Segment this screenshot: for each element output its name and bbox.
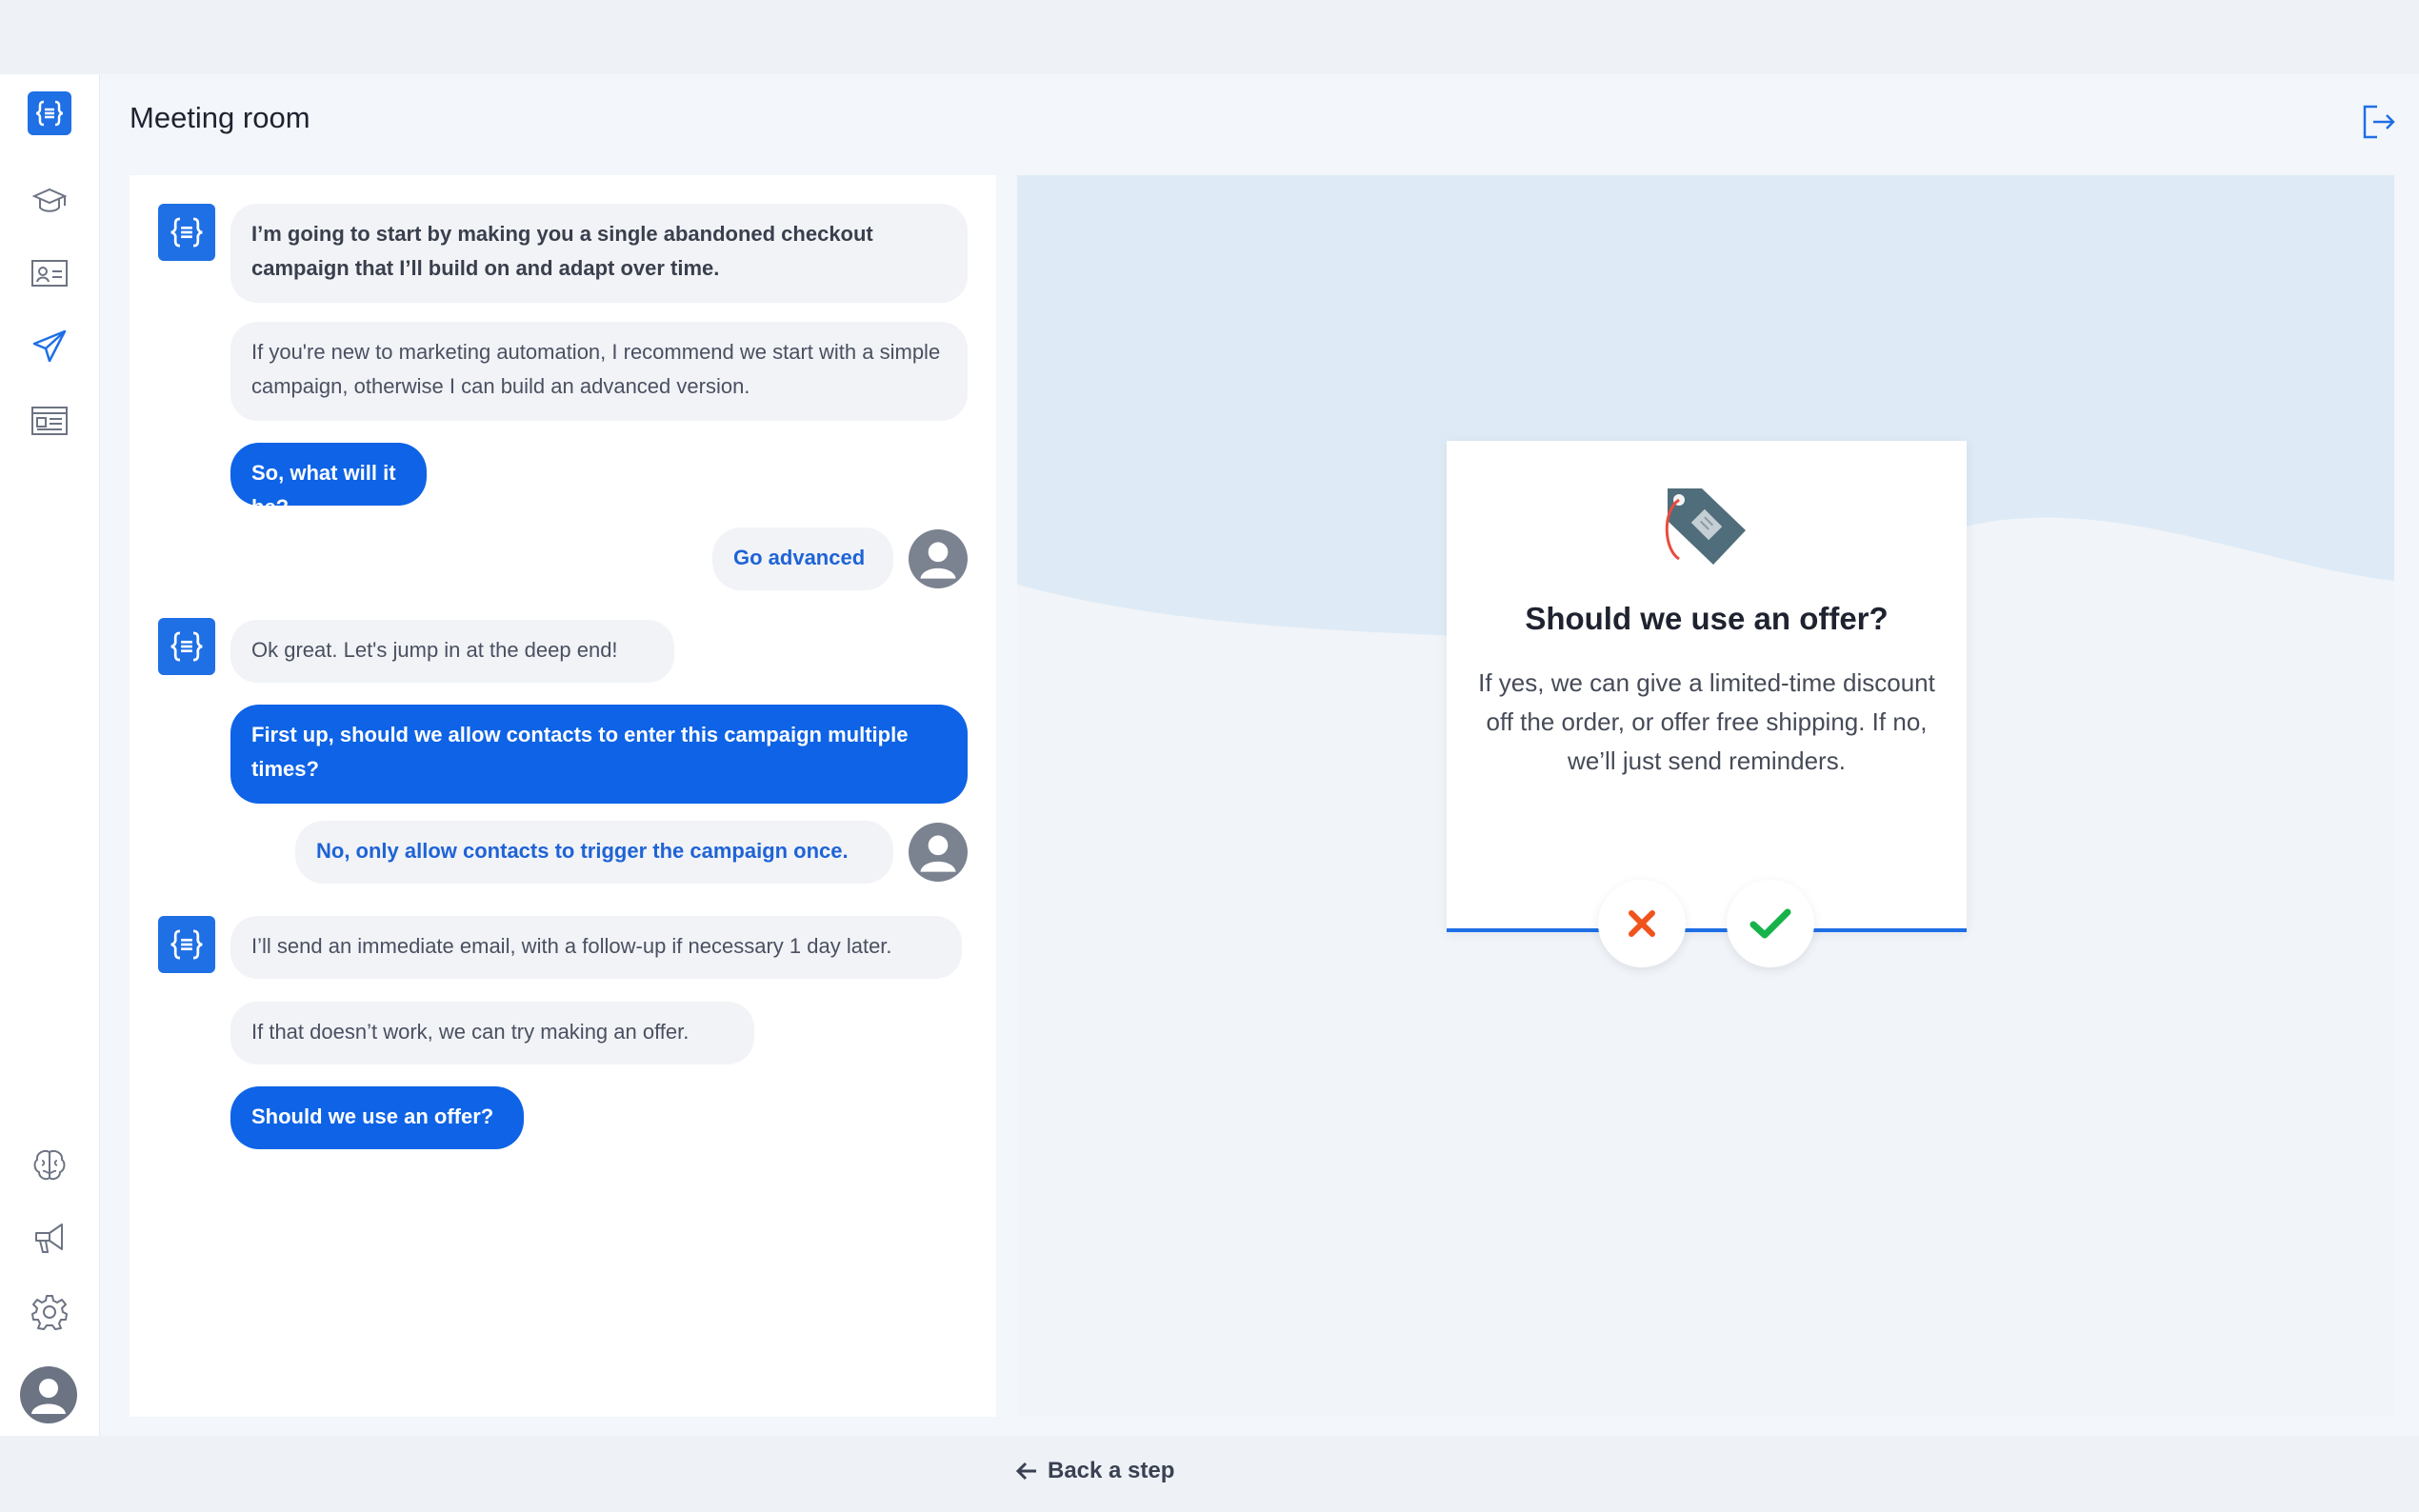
x-icon: [1629, 910, 1655, 937]
exit-button[interactable]: [2360, 103, 2398, 141]
bot-avatar: [158, 204, 215, 261]
bot-question: Should we use an offer?: [230, 1086, 524, 1149]
newsletter-icon: [31, 407, 68, 435]
decline-button[interactable]: [1598, 880, 1686, 967]
bot-message: I’m going to start by making you a singl…: [230, 204, 968, 303]
graduation-cap-icon: [31, 188, 68, 212]
bot-avatar: [158, 618, 215, 675]
braces-logo-icon: [170, 631, 203, 662]
bot-question: First up, should we allow contacts to en…: [230, 705, 968, 804]
accept-button[interactable]: [1727, 880, 1814, 967]
braces-logo-icon: [170, 929, 203, 960]
app-window: Meeting room I’m going to start by makin…: [0, 74, 2419, 1483]
app-logo[interactable]: [28, 91, 71, 135]
sidebar: [0, 74, 100, 1436]
price-tag-icon: [1665, 488, 1746, 565]
back-a-step-label: Back a step: [1048, 1458, 1175, 1483]
sidebar-item-newsletters[interactable]: [27, 398, 72, 444]
sidebar-item-campaigns[interactable]: [27, 324, 72, 369]
offer-question-card: Should we use an offer? If yes, we can g…: [1447, 441, 1967, 932]
sidebar-item-learn[interactable]: [27, 179, 72, 225]
user-avatar: [909, 823, 968, 882]
braces-logo-icon: [170, 217, 203, 248]
offer-question-body: If yes, we can give a limited-time disco…: [1478, 668, 1935, 775]
brain-icon: [33, 1150, 66, 1181]
user-reply: Go advanced: [712, 527, 893, 590]
paper-plane-icon: [32, 329, 67, 363]
sidebar-item-insights[interactable]: [27, 1143, 72, 1188]
megaphone-icon: [35, 1224, 63, 1253]
back-a-step-link[interactable]: Back a step: [1015, 1458, 1174, 1484]
check-icon: [1749, 908, 1791, 939]
arrow-left-icon: [1015, 1462, 1036, 1481]
offer-question-title: Should we use an offer?: [1525, 601, 1889, 636]
user-reply: No, only allow contacts to trigger the c…: [295, 821, 893, 884]
user-silhouette-icon: [31, 1379, 66, 1414]
bot-message: If that doesn’t work, we can try making …: [230, 1002, 754, 1064]
chat-panel: I’m going to start by making you a singl…: [130, 175, 996, 1417]
bot-message: Ok great. Let's jump in at the deep end!: [230, 620, 674, 683]
contact-card-icon: [31, 260, 68, 287]
page-title: Meeting room: [130, 101, 310, 134]
user-silhouette-icon: [920, 542, 956, 579]
sidebar-item-settings[interactable]: [27, 1289, 72, 1335]
bot-question: So, what will it be?: [230, 443, 427, 519]
user-silhouette-icon: [920, 835, 956, 872]
bot-message: I’ll send an immediate email, with a fol…: [230, 916, 962, 979]
sidebar-item-announcements[interactable]: [27, 1215, 72, 1261]
logout-icon: [2363, 105, 2395, 139]
user-avatar: [909, 529, 968, 588]
bot-message: If you're new to marketing automation, I…: [230, 322, 968, 421]
bot-avatar: [158, 916, 215, 973]
braces-logo-icon: [35, 100, 64, 127]
sidebar-item-contacts[interactable]: [27, 250, 72, 296]
account-avatar[interactable]: [20, 1366, 77, 1423]
gear-icon: [31, 1295, 68, 1330]
